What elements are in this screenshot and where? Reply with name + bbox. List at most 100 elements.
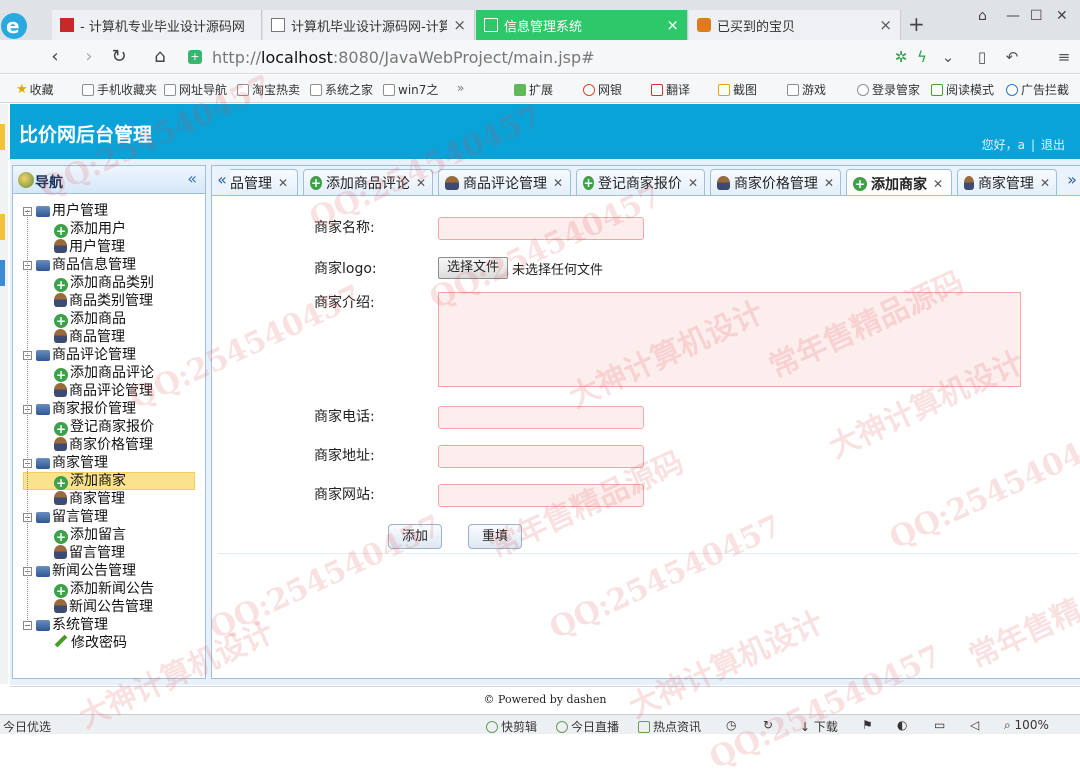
bookmark-win7[interactable]: win7之 — [383, 81, 438, 98]
history-icon[interactable]: ◷ — [726, 718, 736, 732]
nav-group[interactable]: − 商品评论管理 — [13, 346, 205, 364]
ie-mode-icon[interactable]: ◐ — [897, 718, 907, 732]
browser-tab-1[interactable]: - 计算机专业毕业设计源码网 — [52, 10, 262, 40]
nav-item[interactable]: 商品管理 — [13, 328, 205, 346]
nav-item[interactable]: 用户管理 — [13, 238, 205, 256]
logout-link[interactable]: 退出 — [1041, 138, 1065, 152]
nav-item[interactable]: + 添加商家 — [13, 472, 205, 490]
extensions-button[interactable]: 扩展 — [514, 81, 553, 98]
bookmark-mobile[interactable]: 手机收藏夹 — [82, 81, 157, 98]
content-tab-active[interactable]: + 添加商家 ✕ — [846, 169, 952, 195]
content-tab[interactable]: 商家管理 ✕ — [957, 169, 1057, 195]
refresh-button[interactable]: ↻ — [108, 46, 130, 68]
close-tab-icon[interactable]: ✕ — [824, 176, 834, 190]
scroll-tabs-left-icon[interactable]: « — [214, 170, 230, 192]
nav-item[interactable]: + 添加用户 — [13, 220, 205, 238]
zoom-control[interactable]: ⌕ 100% — [1004, 718, 1049, 733]
flag-icon[interactable]: ⚑ — [862, 718, 873, 732]
merchant-address-input[interactable] — [438, 445, 644, 468]
content-tab[interactable]: + 登记商家报价 ✕ — [576, 169, 705, 195]
merchant-website-input[interactable] — [438, 484, 644, 507]
nav-group[interactable]: − 用户管理 — [13, 202, 205, 220]
nav-item[interactable]: + 添加新闻公告 — [13, 580, 205, 598]
merchant-name-input[interactable] — [438, 217, 644, 240]
forward-button[interactable]: › — [78, 46, 100, 68]
nav-item[interactable]: 修改密码 — [13, 634, 205, 652]
new-tab-button[interactable]: + — [908, 12, 925, 36]
close-tab-icon[interactable]: × — [453, 16, 466, 34]
browser-tab-2[interactable]: 计算机毕业设计源码网-计算 × — [263, 10, 475, 40]
content-tab[interactable]: 商家价格管理 ✕ — [710, 169, 841, 195]
merchant-phone-input[interactable] — [438, 406, 644, 429]
content-tab[interactable]: 品管理 ✕ — [230, 169, 298, 195]
ad-block-button[interactable]: 广告拦截 — [1006, 81, 1069, 98]
bookmark-taobao[interactable]: 淘宝热卖 — [237, 81, 300, 98]
close-tab-icon[interactable]: × — [666, 16, 679, 34]
collapse-nav-icon[interactable]: « — [187, 169, 197, 188]
flash-icon[interactable]: ϟ — [914, 49, 930, 65]
close-tab-icon[interactable]: ✕ — [553, 176, 563, 190]
nav-item[interactable]: 商品评论管理 — [13, 382, 205, 400]
nav-group[interactable]: − 系统管理 — [13, 616, 205, 634]
bookmark-favorites[interactable]: ★ 收藏 — [16, 81, 54, 98]
url-input[interactable]: + http://localhost:8080/JavaWebProject/m… — [188, 45, 878, 69]
nav-group[interactable]: − 留言管理 — [13, 508, 205, 526]
bookmark-xitong[interactable]: 系统之家 — [310, 81, 373, 98]
nav-item[interactable]: 商家管理 — [13, 490, 205, 508]
browser-tab-4[interactable]: 已买到的宝贝 × — [689, 10, 901, 40]
scroll-tabs-right-icon[interactable]: » — [1064, 170, 1080, 192]
refresh-status-icon[interactable]: ↻ — [763, 718, 773, 732]
more-bookmarks-icon[interactable]: » — [457, 81, 464, 95]
ebank-button[interactable]: 网银 — [583, 81, 622, 98]
reset-button[interactable]: 重填 — [468, 524, 522, 549]
maximize-button[interactable]: ☐ — [1030, 8, 1043, 24]
close-tab-icon[interactable]: ✕ — [933, 177, 943, 191]
skin-icon[interactable]: ⌂ — [978, 8, 987, 24]
choose-file-button[interactable]: 选择文件 — [438, 257, 508, 279]
nav-item[interactable]: + 登记商家报价 — [13, 418, 205, 436]
nav-group[interactable]: − 商家管理 — [13, 454, 205, 472]
nav-item[interactable]: 商品类别管理 — [13, 292, 205, 310]
mobile-icon[interactable]: ▯ — [974, 49, 990, 65]
dropdown-icon[interactable]: ⌄ — [940, 49, 956, 65]
close-window-button[interactable]: ✕ — [1056, 8, 1068, 24]
speed-mode-icon[interactable]: ✲ — [893, 49, 909, 65]
window-icon[interactable]: ▭ — [934, 718, 945, 732]
browser-tab-3-active[interactable]: 信息管理系统 × — [476, 10, 688, 40]
content-tab[interactable]: + 添加商品评论 ✕ — [303, 169, 433, 195]
nav-item[interactable]: + 添加商品类别 — [13, 274, 205, 292]
login-manager-button[interactable]: 登录管家 — [857, 81, 920, 98]
status-live[interactable]: 今日直播 — [556, 718, 619, 735]
close-tab-icon[interactable]: ✕ — [1040, 176, 1050, 190]
nav-group[interactable]: − 商品信息管理 — [13, 256, 205, 274]
collapse-toggle-icon[interactable]: − — [23, 621, 32, 630]
nav-item[interactable]: + 添加商品 — [13, 310, 205, 328]
add-button[interactable]: 添加 — [388, 524, 442, 549]
nav-item[interactable]: 留言管理 — [13, 544, 205, 562]
undo-icon[interactable]: ↶ — [1004, 49, 1020, 65]
nav-group[interactable]: − 新闻公告管理 — [13, 562, 205, 580]
content-tab[interactable]: 商品评论管理 ✕ — [438, 169, 571, 195]
bookmark-nav[interactable]: 网址导航 — [164, 81, 227, 98]
games-button[interactable]: 游戏 — [787, 81, 826, 98]
status-download[interactable]: ↓ 下载 — [800, 718, 838, 735]
status-news[interactable]: 热点资讯 — [638, 718, 701, 735]
menu-icon[interactable]: ≡ — [1056, 49, 1072, 65]
status-daily-pick[interactable]: 今日优选 — [3, 718, 51, 735]
close-tab-icon[interactable]: ✕ — [416, 176, 426, 190]
translate-button[interactable]: 翻译 — [651, 81, 690, 98]
back-button[interactable]: ‹ — [44, 46, 66, 68]
merchant-intro-textarea[interactable] — [438, 292, 1021, 387]
screenshot-button[interactable]: 截图 — [718, 81, 757, 98]
minimize-button[interactable]: — — [1006, 8, 1020, 24]
volume-icon[interactable]: ◁ — [970, 718, 979, 732]
nav-item[interactable]: + 添加商品评论 — [13, 364, 205, 382]
status-quick-edit[interactable]: 快剪辑 — [486, 718, 537, 735]
reader-mode-button[interactable]: 阅读模式 — [931, 81, 994, 98]
nav-item[interactable]: 商家价格管理 — [13, 436, 205, 454]
close-tab-icon[interactable]: ✕ — [278, 176, 288, 190]
close-tab-icon[interactable]: ✕ — [688, 176, 698, 190]
home-button[interactable]: ⌂ — [149, 46, 171, 68]
nav-item[interactable]: 新闻公告管理 — [13, 598, 205, 616]
close-tab-icon[interactable]: × — [879, 16, 892, 34]
